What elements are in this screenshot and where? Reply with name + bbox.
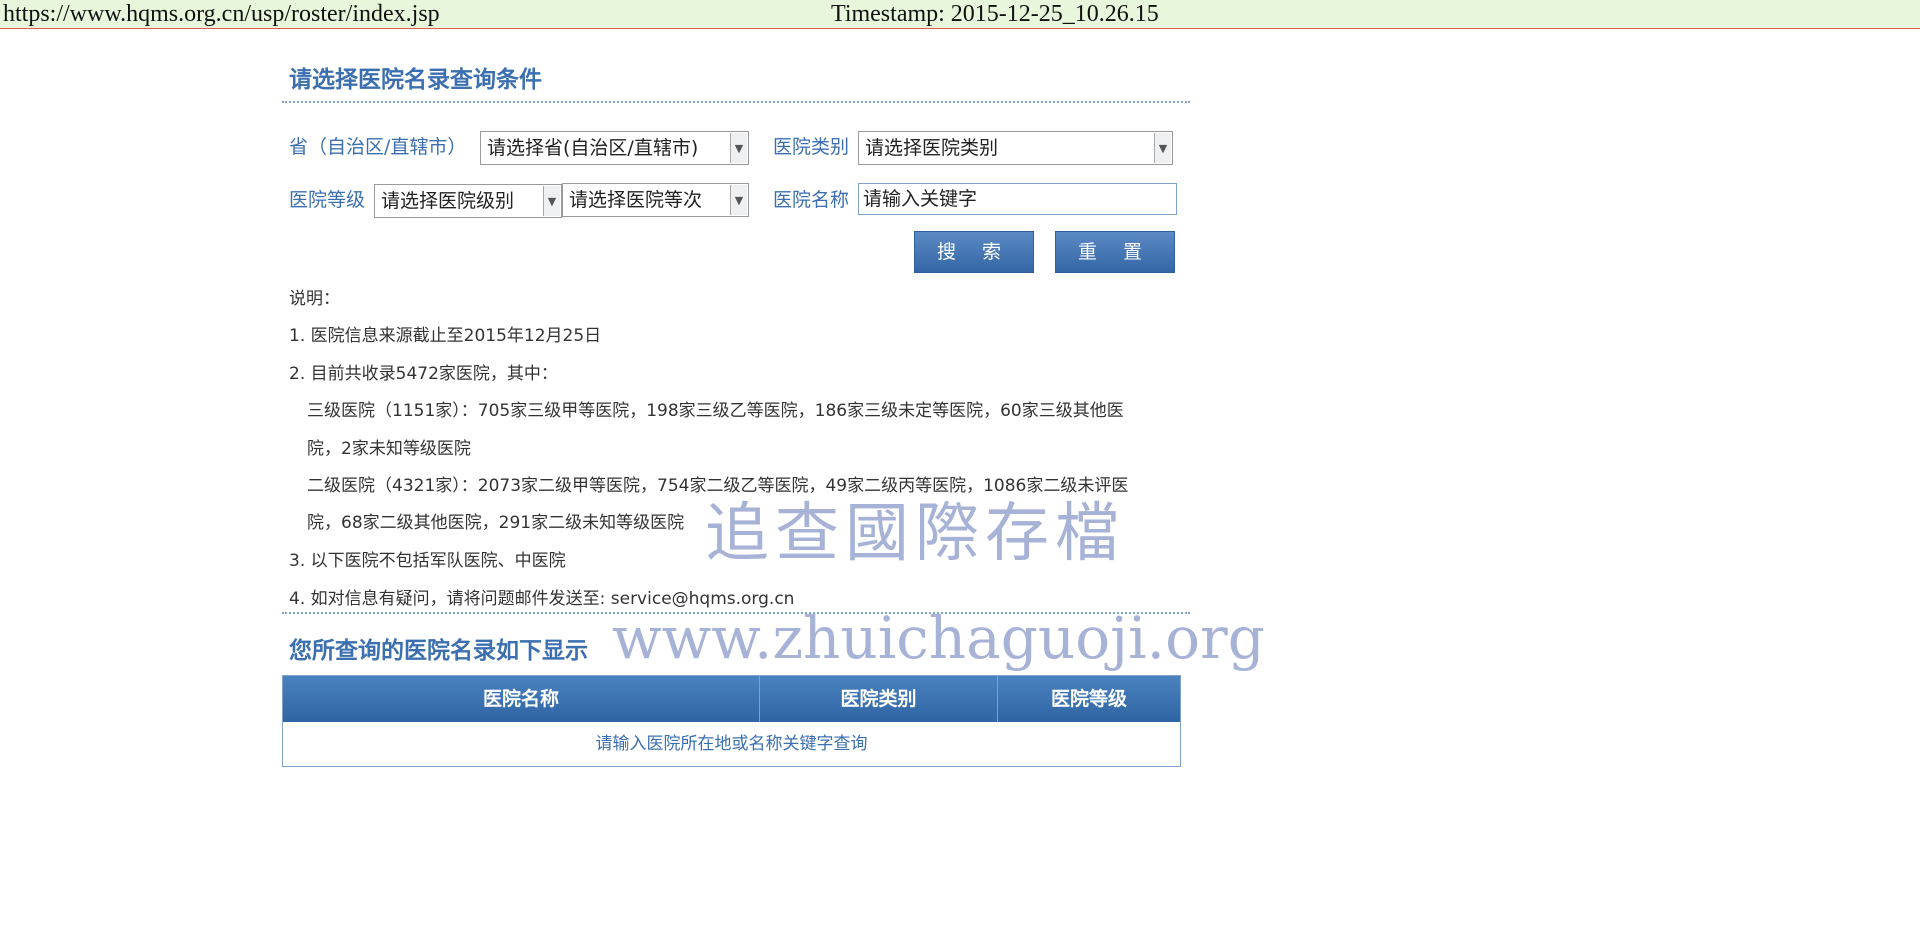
note-line: 2. 目前共收录5472家医院，其中：: [289, 364, 558, 384]
results-table: 医院名称 医院类别 医院等级 请输入医院所在地或名称关键字查询: [282, 675, 1181, 767]
watermark-url: www.zhuichaguoji.org: [612, 604, 1265, 672]
note-line: 院，2家未知等级医院: [307, 439, 471, 459]
province-select-value: 请选择省(自治区/直辖市): [487, 137, 699, 159]
category-select[interactable]: 请选择医院类别 ▼: [858, 131, 1173, 165]
province-select[interactable]: 请选择省(自治区/直辖市) ▼: [480, 131, 749, 165]
archive-timestamp: Timestamp: 2015-12-25_10.26.15: [831, 1, 1159, 27]
column-header-category: 医院类别: [840, 688, 917, 710]
archive-topbar: https://www.hqms.org.cn/usp/roster/index…: [0, 0, 1920, 29]
rank-select[interactable]: 请选择医院等次 ▼: [562, 183, 749, 217]
heading-divider: [282, 101, 1190, 103]
empty-results-message: 请输入医院所在地或名称关键字查询: [595, 734, 868, 754]
chevron-down-icon: ▼: [730, 133, 747, 163]
column-header-grade: 医院等级: [1050, 688, 1127, 710]
name-label: 医院名称: [773, 189, 850, 211]
column-header-name: 医院名称: [482, 688, 559, 710]
note-line: 院，68家二级其他医院，291家二级未知等级医院: [307, 513, 685, 533]
note-line: 1. 医院信息来源截止至2015年12月25日: [289, 326, 602, 346]
province-label: 省（自治区/直辖市）: [289, 136, 467, 158]
chevron-down-icon: ▼: [1154, 133, 1171, 163]
note-line: 三级医院（1151家）：705家三级甲等医院，198家三级乙等医院，186家三级…: [307, 401, 1124, 421]
level-select-value: 请选择医院级别: [381, 190, 515, 212]
form-heading: 请选择医院名录查询条件: [289, 67, 542, 93]
category-label: 医院类别: [773, 136, 850, 158]
search-button[interactable]: 搜 索: [914, 231, 1034, 273]
watermark-chinese: 追查國際存檔: [705, 497, 1125, 571]
rank-select-value: 请选择医院等次: [569, 189, 703, 211]
hospital-name-input[interactable]: 请输入关键字: [858, 183, 1177, 215]
note-line: 3. 以下医院不包括军队医院、中医院: [289, 551, 566, 571]
table-header: 医院名称 医院类别 医院等级: [283, 676, 1180, 722]
chevron-down-icon: ▼: [543, 186, 560, 216]
level-select[interactable]: 请选择医院级别 ▼: [374, 184, 562, 218]
category-select-value: 请选择医院类别: [865, 137, 999, 159]
archive-url: https://www.hqms.org.cn/usp/roster/index…: [3, 1, 440, 27]
results-heading: 您所查询的医院名录如下显示: [289, 638, 588, 664]
grade-label: 医院等级: [289, 189, 366, 211]
notes-title: 说明：: [289, 289, 340, 309]
reset-button[interactable]: 重 置: [1055, 231, 1175, 273]
chevron-down-icon: ▼: [730, 185, 747, 215]
